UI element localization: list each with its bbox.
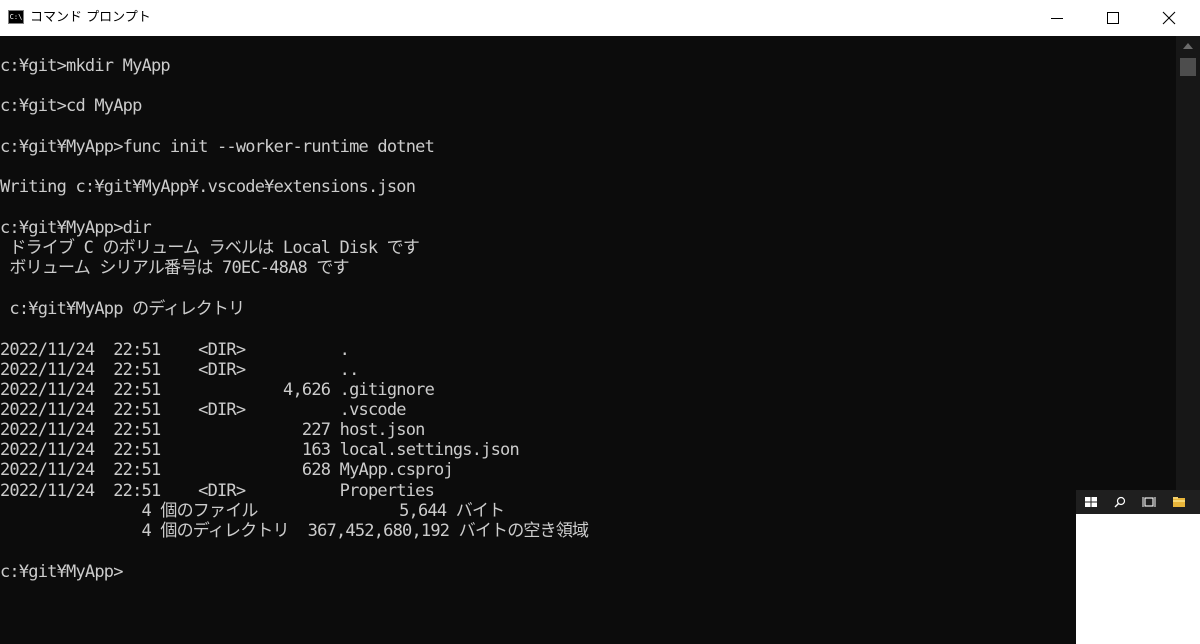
console-line: 2022/11/24 22:51 227 host.json — [0, 420, 425, 440]
console-line: 2022/11/24 22:51 <DIR> .. — [0, 360, 359, 380]
close-icon — [1162, 11, 1176, 25]
console-prompt[interactable]: c:¥git¥MyApp> — [0, 562, 123, 582]
search-icon[interactable] — [1113, 496, 1127, 508]
console-line: 2022/11/24 22:51 4,626 .gitignore — [0, 380, 435, 400]
minimize-button[interactable] — [1034, 0, 1080, 36]
console-line: 2022/11/24 22:51 <DIR> .vscode — [0, 400, 407, 420]
command-prompt-icon[interactable]: C:\ — [8, 10, 24, 24]
console-output[interactable]: c:¥git>mkdir MyApp c:¥git>cd MyApp c:¥gi… — [0, 36, 1176, 644]
console-line: 4 個のディレクトリ 367,452,680,192 バイトの空き領域 — [0, 521, 590, 541]
scroll-up-button[interactable] — [1176, 36, 1200, 56]
console-line: c:¥git>cd MyApp — [0, 96, 142, 116]
console-line: 2022/11/24 22:51 163 local.settings.json — [0, 440, 520, 460]
console-line: c:¥git¥MyApp のディレクトリ — [0, 299, 245, 319]
taskbar-overlay — [1076, 490, 1200, 644]
chevron-up-icon — [1183, 43, 1193, 49]
console-line: ボリューム シリアル番号は 70EC-48A8 です — [0, 258, 349, 278]
taskbar — [1076, 490, 1200, 514]
console-line: c:¥git¥MyApp>func init --worker-runtime … — [0, 137, 435, 157]
task-view-icon[interactable] — [1142, 496, 1156, 508]
maximize-button[interactable] — [1090, 0, 1136, 36]
minimize-icon — [1051, 18, 1063, 19]
command-prompt-window: C:\ コマンド プロンプト c:¥git>mkdir MyApp c:¥git… — [0, 0, 1200, 644]
console-line: 2022/11/24 22:51 <DIR> . — [0, 340, 350, 360]
console-line: Writing c:¥git¥MyApp¥.vscode¥extensions.… — [0, 177, 416, 197]
console-line: 4 個のファイル 5,644 バイト — [0, 501, 506, 521]
console-line: 2022/11/24 22:51 628 MyApp.csproj — [0, 460, 454, 480]
file-explorer-icon[interactable] — [1172, 496, 1186, 508]
console-line: c:¥git>mkdir MyApp — [0, 56, 171, 76]
windows-start-icon[interactable] — [1084, 496, 1098, 508]
scroll-thumb[interactable] — [1180, 58, 1196, 76]
title-bar[interactable]: C:\ コマンド プロンプト — [0, 0, 1200, 36]
console-line: ドライブ C のボリューム ラベルは Local Disk です — [0, 238, 420, 258]
console-line: c:¥git¥MyApp>dir — [0, 218, 152, 238]
window-title: コマンド プロンプト — [30, 10, 151, 25]
close-button[interactable] — [1146, 0, 1192, 36]
maximize-icon — [1107, 12, 1119, 24]
console-line: 2022/11/24 22:51 <DIR> Properties — [0, 481, 435, 501]
